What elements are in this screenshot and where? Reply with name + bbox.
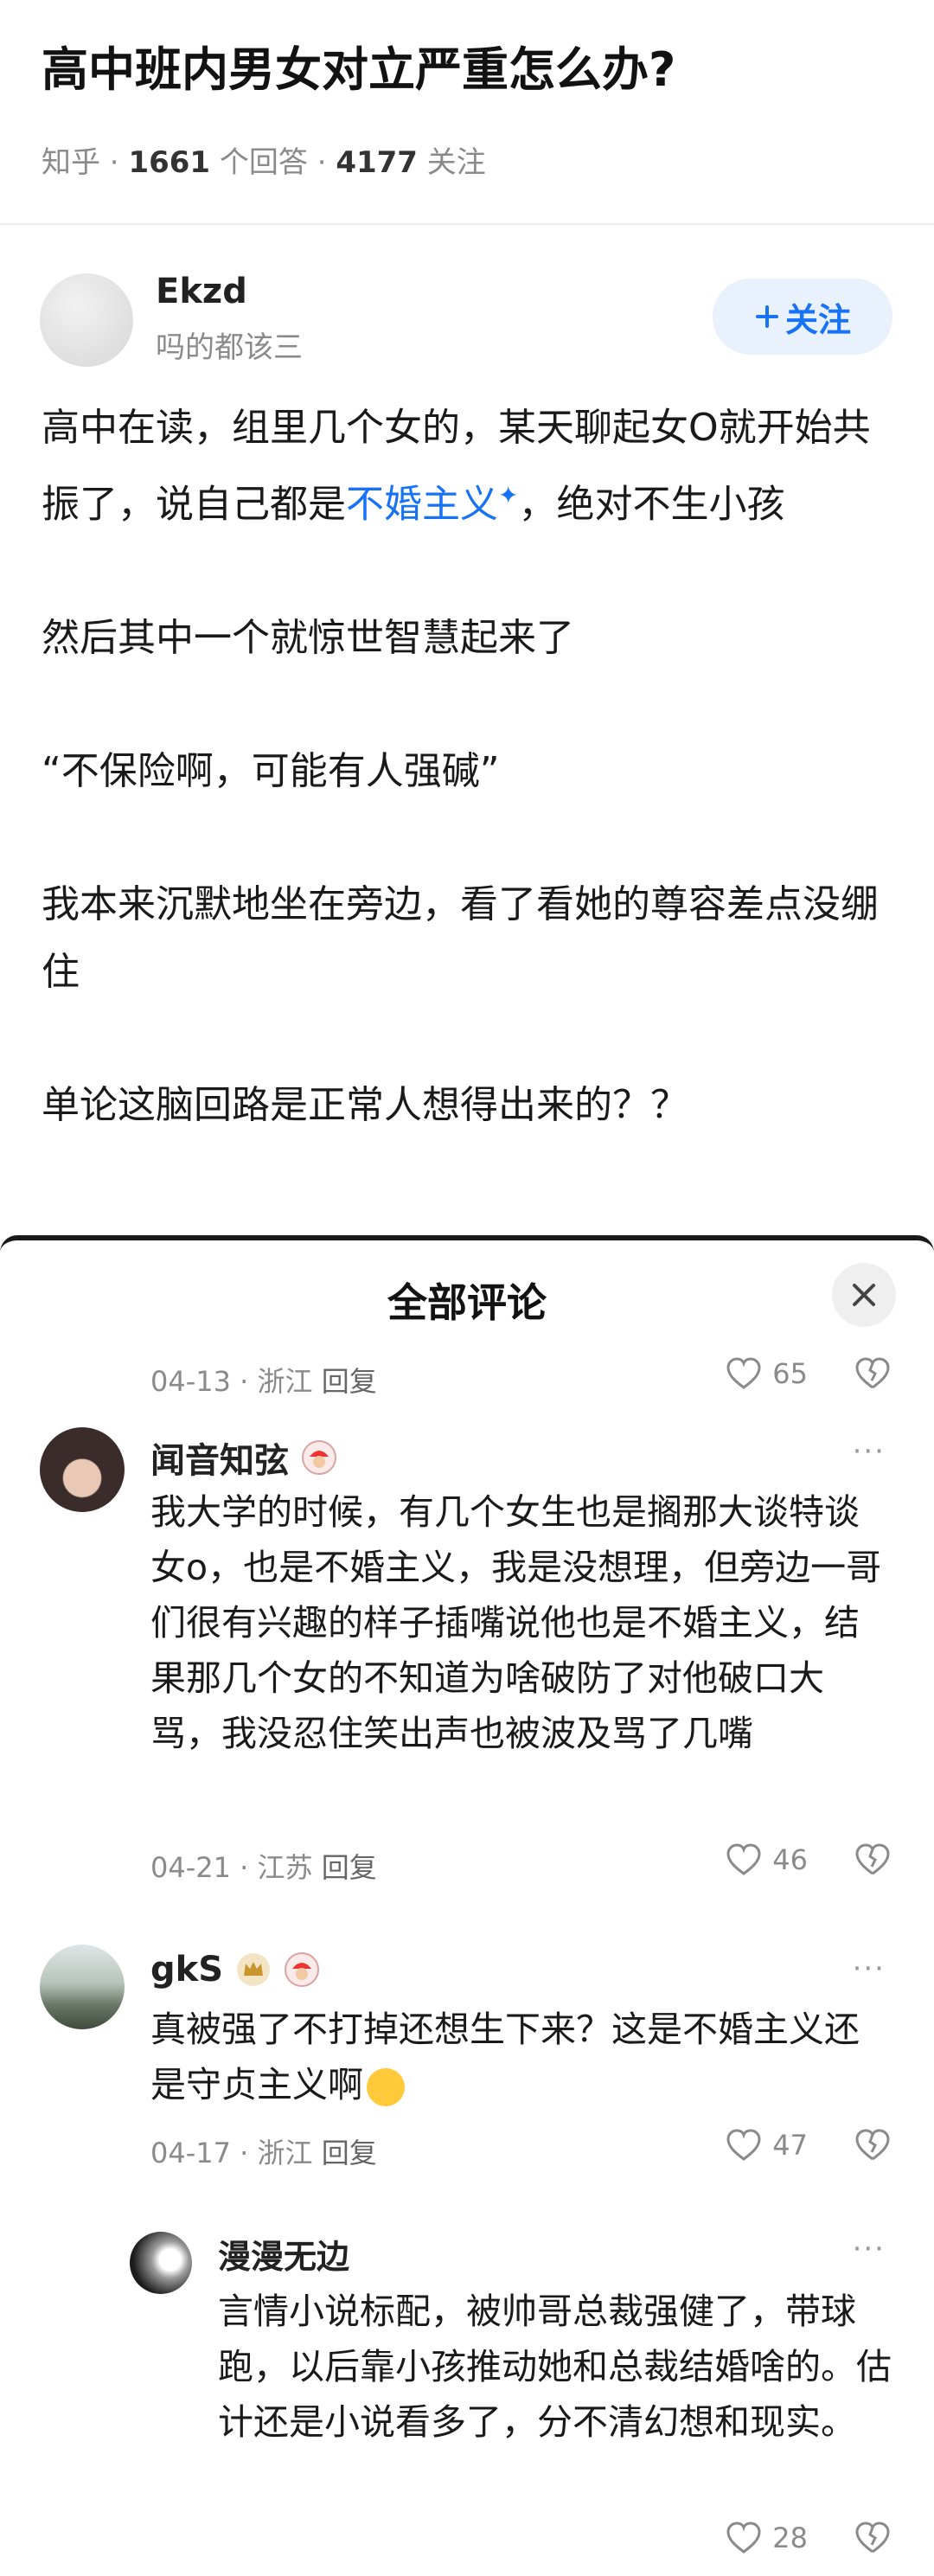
commenter-name[interactable]: 闻音知弦 [150,1432,337,1483]
like-count: 47 [772,2129,808,2162]
author-name[interactable]: Ekzd [156,272,247,311]
question-title[interactable]: 高中班内男女对立严重怎么办? [42,40,675,100]
reply-button[interactable]: 回复 [322,1365,377,1398]
keyword-link[interactable]: 不婚主义 [346,483,498,527]
laughing-emoji-icon [367,2068,405,2106]
comment-text: 我大学的时候，有几个女生也是搁那大谈特谈女o，也是不婚主义，我是没想理，但旁边一… [150,1491,882,1754]
broken-heart-icon[interactable] [854,1356,891,1391]
source-label: 知乎 [42,145,100,180]
comment-meta: 04-21 · 江苏 回复 [150,1851,377,1884]
like-button[interactable]: 47 [726,2128,808,2163]
follow-button-label: 关注 [784,300,851,339]
heart-icon [726,1357,761,1389]
like-count: 46 [772,1843,808,1876]
avatar[interactable] [40,1427,125,1512]
plus-icon [755,305,778,328]
comment-text: 真被强了不打掉还想生下来？这是不婚主义还是守贞主义啊 [150,2009,860,2106]
close-button[interactable] [832,1263,896,1327]
crown-badge-icon [237,1953,271,1986]
more-options-icon[interactable]: ··· [853,1434,886,1469]
heart-icon [726,1843,761,1875]
question-header: 高中班内男女对立严重怎么办? 知乎 · 1661 个回答 · 4177 关注 [0,0,934,225]
heart-icon [726,2129,761,2161]
answer-paragraph: 高中在读，组里几个女的，某天聊起女O就开始共振了，说自己都是不婚主义✦，绝对不生… [42,406,871,527]
question-meta: 知乎 · 1661 个回答 · 4177 关注 [42,145,486,180]
follow-count: 4177 [336,145,418,180]
sparkle-icon: ✦ [498,481,519,509]
like-button[interactable]: 65 [726,1356,808,1391]
follow-count-label: 关注 [426,145,486,180]
reply-button[interactable]: 回复 [322,1851,377,1884]
follow-button[interactable]: 关注 [713,279,892,355]
close-icon [853,1284,875,1306]
comments-sheet-title: 全部评论 [387,1279,547,1326]
reply-button[interactable]: 回复 [322,2137,377,2169]
commenter-name[interactable]: gkS [150,1950,320,1990]
comment-meta: 04-17 · 浙江 回复 [150,2137,377,2169]
answer-count-label: 个回答 [219,145,308,180]
answer-paragraph: 单论这脑回路是正常人想得出来的？？ [42,1082,688,1127]
author-bio: 吗的都该三 [156,330,303,365]
more-options-icon[interactable]: ··· [853,1951,886,1986]
avatar[interactable] [40,1945,125,2029]
answer-count: 1661 [128,145,211,180]
answer-paragraph: 然后其中一个就惊世智慧起来了 [42,615,574,660]
more-options-icon[interactable]: ··· [853,2232,886,2266]
broken-heart-icon[interactable] [854,2128,891,2163]
broken-heart-icon[interactable] [854,1842,891,1877]
like-button[interactable]: 28 [726,2521,808,2555]
comments-sheet: 全部评论 04-13 · 浙江 回复 65 闻音知弦 ··· 我大学的时候，有几… [0,1235,934,2576]
commenter-name[interactable]: 漫漫无边 [218,2230,349,2278]
comment-meta: 04-13 · 浙江 回复 [150,1365,377,1398]
author-avatar[interactable] [40,273,133,367]
heart-icon [726,2522,761,2554]
broken-heart-icon[interactable] [854,2521,891,2555]
answer-card: Ekzd 吗的都该三 关注 高中在读，组里几个女的，某天聊起女O就开始共振了，说… [0,225,934,1237]
answer-paragraph: 我本来沉默地坐在旁边，看了看她的尊容差点没绷住 [42,881,879,994]
mario-badge-icon [285,1952,320,1987]
like-button[interactable]: 46 [726,1842,808,1877]
mario-badge-icon [302,1440,336,1475]
comment-text: 言情小说标配，被帅哥总裁强健了，带球跑，以后靠小孩推动她和总裁结婚啥的。估计还是… [218,2291,892,2443]
answer-body: 高中在读，组里几个女的，某天聊起女O就开始共振了，说自己都是不婚主义✦，绝对不生… [42,394,898,1139]
like-count: 28 [772,2522,808,2554]
avatar[interactable] [130,2232,192,2294]
like-count: 65 [772,1357,808,1390]
answer-paragraph: “不保险啊，可能有人强碱” [42,748,500,793]
